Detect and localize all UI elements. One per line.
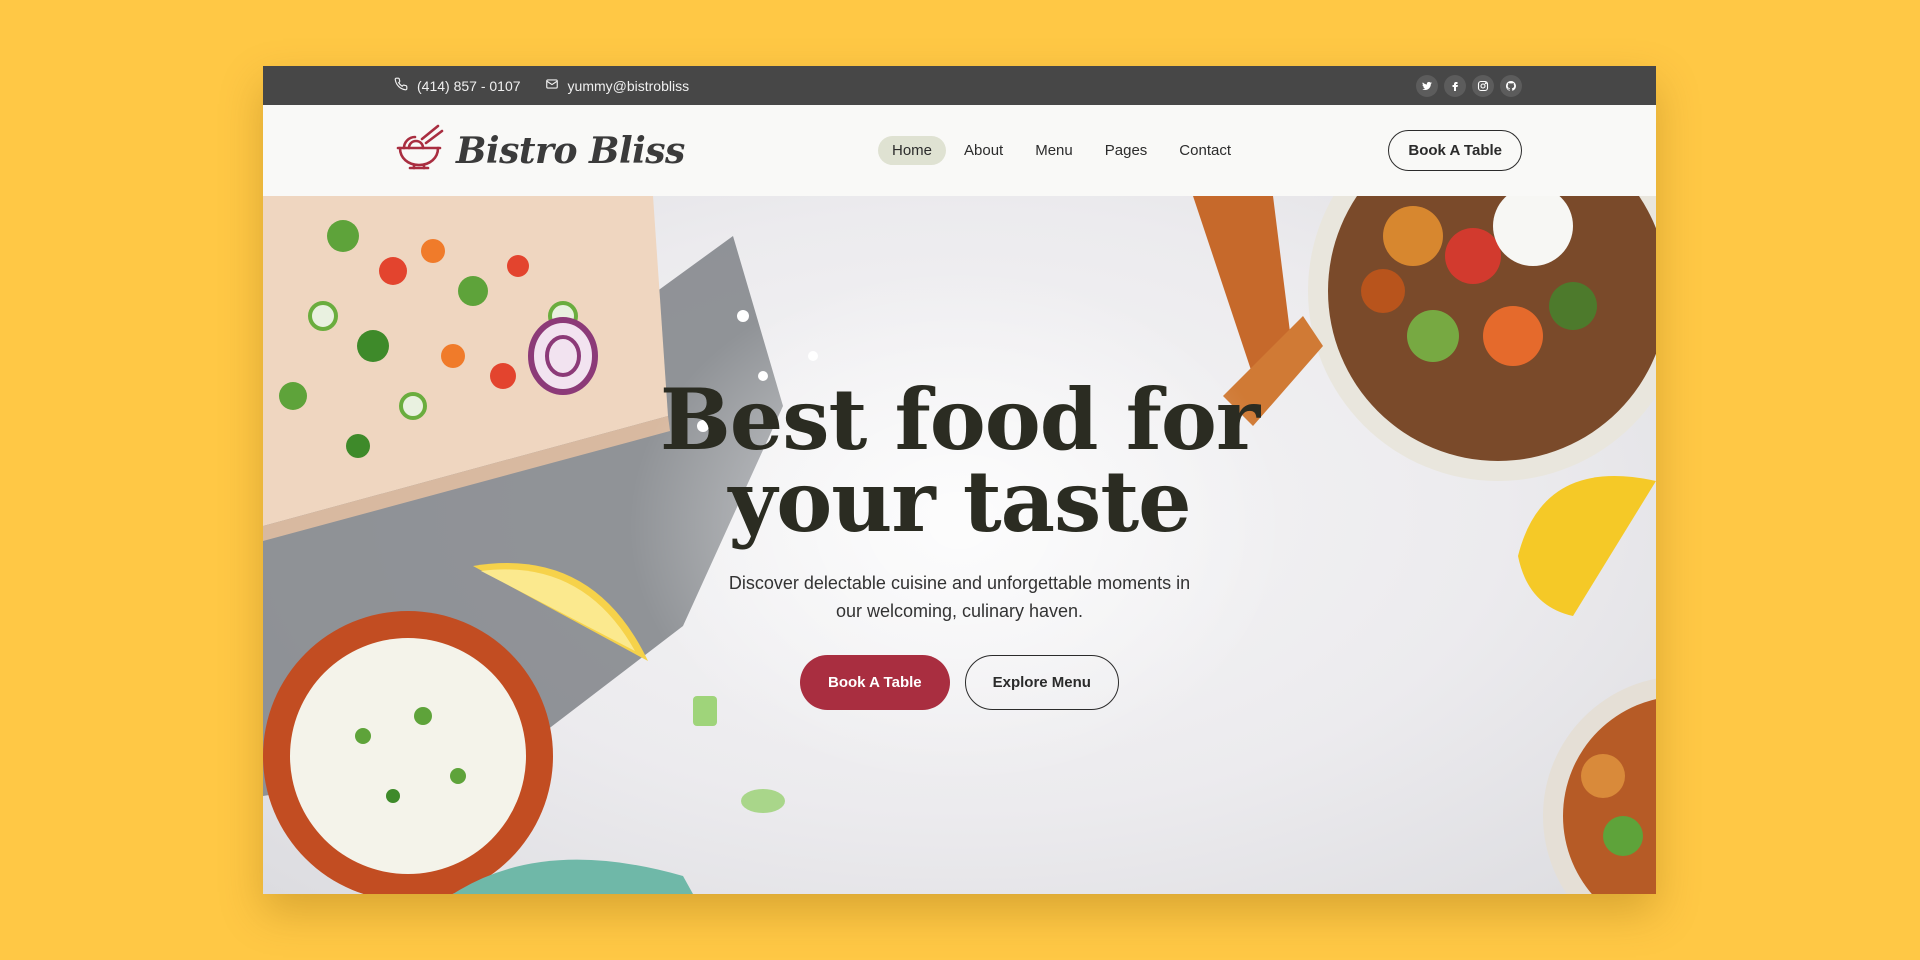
nav-item-contact[interactable]: Contact bbox=[1165, 136, 1245, 165]
phone-contact[interactable]: (414) 857 - 0107 bbox=[394, 77, 521, 94]
hero-subtitle: Discover delectable cuisine and unforget… bbox=[728, 573, 1191, 621]
social-links bbox=[1416, 74, 1522, 97]
nav-item-home[interactable]: Home bbox=[878, 136, 947, 165]
primary-nav: Home About Menu Pages Contact bbox=[878, 136, 1245, 165]
hero-section: Best food for your taste Discover delect… bbox=[263, 196, 1656, 894]
top-bar: (414) 857 - 0107 yummy@bistrobliss bbox=[263, 66, 1656, 105]
instagram-icon[interactable] bbox=[1472, 74, 1494, 97]
email-address: yummy@bistrobliss bbox=[567, 77, 690, 94]
nav-item-pages[interactable]: Pages bbox=[1091, 136, 1162, 165]
nav-item-about[interactable]: About bbox=[950, 136, 1017, 165]
facebook-icon[interactable] bbox=[1444, 74, 1466, 97]
hero-title: Best food for your taste bbox=[659, 370, 1260, 551]
book-table-button[interactable]: Book A Table bbox=[800, 655, 950, 710]
nav-item-menu[interactable]: Menu bbox=[1021, 136, 1087, 165]
email-contact[interactable]: yummy@bistrobliss bbox=[545, 77, 690, 94]
bowl-chopsticks-icon bbox=[394, 124, 444, 177]
hero-buttons: Book A Table Explore Menu bbox=[263, 655, 1656, 710]
mail-icon bbox=[545, 77, 559, 94]
brand-name: Bistro Bliss bbox=[456, 129, 685, 172]
explore-menu-button[interactable]: Explore Menu bbox=[964, 655, 1119, 710]
brand-logo[interactable]: Bistro Bliss bbox=[394, 124, 685, 177]
book-table-nav-button[interactable]: Book A Table bbox=[1388, 130, 1522, 171]
main-navbar: Bistro Bliss Home About Menu Pages Conta… bbox=[263, 105, 1656, 196]
phone-number: (414) 857 - 0107 bbox=[417, 77, 521, 94]
github-icon[interactable] bbox=[1500, 74, 1522, 97]
browser-frame: (414) 857 - 0107 yummy@bistrobliss Bistr… bbox=[263, 66, 1656, 894]
hero-content: Best food for your taste Discover delect… bbox=[263, 370, 1656, 710]
twitter-icon[interactable] bbox=[1416, 74, 1438, 97]
phone-icon bbox=[394, 77, 408, 94]
